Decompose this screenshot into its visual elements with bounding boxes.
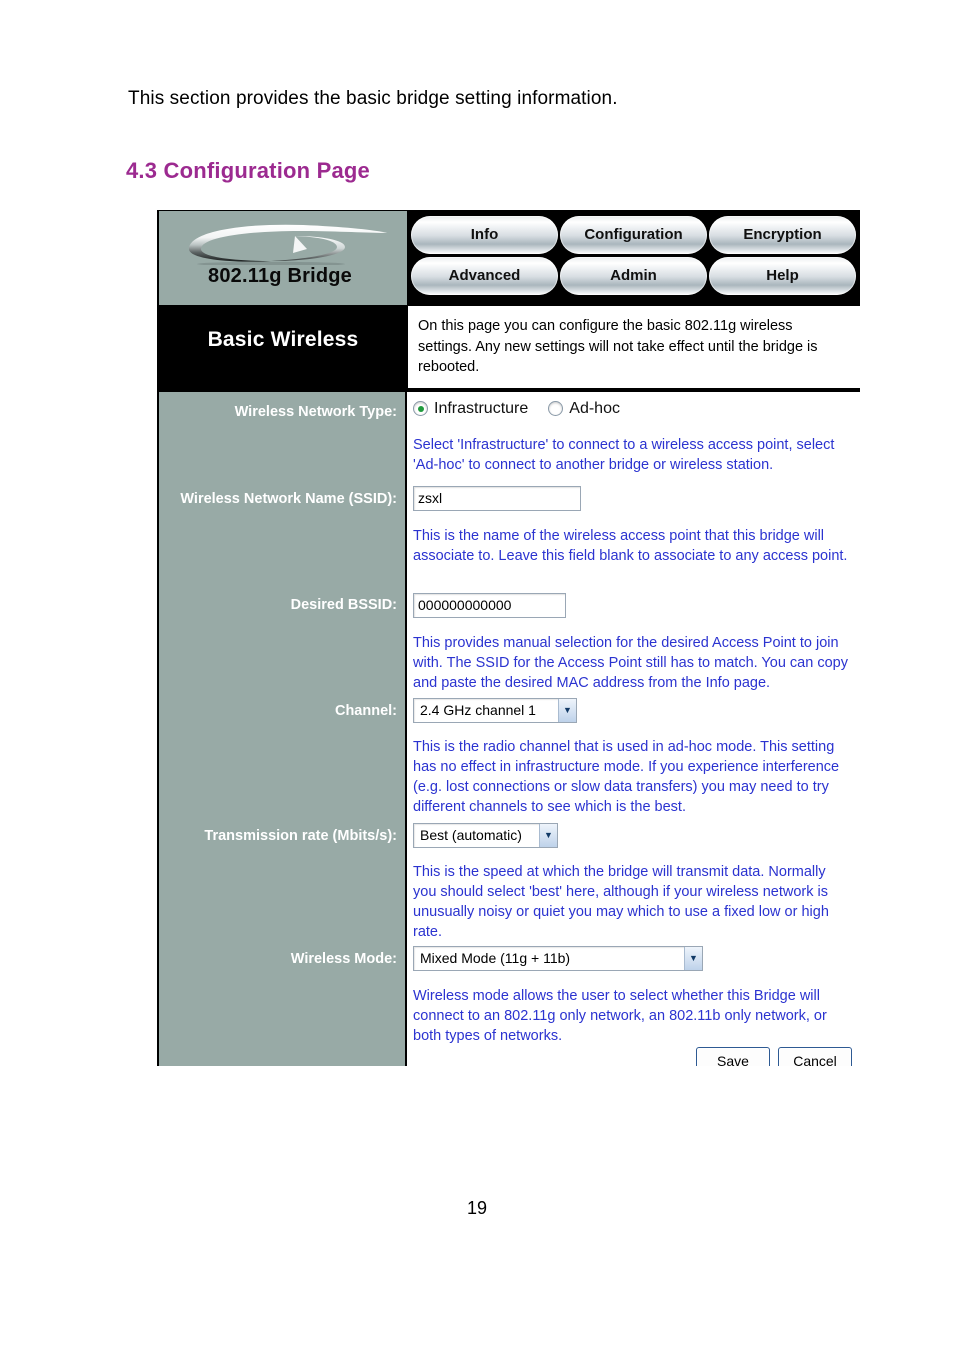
brand-area: 802.11g Bridge [159,211,407,305]
wireless-mode-select[interactable]: Mixed Mode (11g + 11b) ▼ [413,945,703,971]
radio-adhoc-icon[interactable] [548,401,564,417]
chevron-down-icon[interactable]: ▼ [684,946,702,970]
label-channel: Channel: [334,702,397,719]
radio-adhoc-label: Ad-hoc [569,399,620,417]
label-ssid: Wireless Network Name (SSID): [180,490,397,507]
field-bssid: This provides manual selection for the d… [413,592,852,693]
help-bssid: This provides manual selection for the d… [413,634,848,691]
help-network-type: Select 'Infrastructure' to connect to a … [413,436,835,473]
nav-tab-help[interactable]: Help [709,257,856,295]
radio-infrastructure-icon[interactable] [413,401,428,417]
oval-swoosh-logo-icon [189,224,387,265]
help-wireless-mode: Wireless mode allows the user to select … [413,987,827,1044]
field-tx-rate: Best (automatic) ▼ This is the speed at … [413,822,852,942]
nav-row-secondary: Advanced Admin Help [411,257,856,295]
nav-row-primary: Info Configuration Encryption [411,216,856,254]
label-tx-rate: Transmission rate (Mbits/s): [204,827,397,844]
network-type-radio-group: Infrastructure Ad-hoc [413,400,852,418]
bssid-input[interactable] [413,592,566,618]
field-column: Infrastructure Ad-hoc Select 'Infrastruc… [407,391,860,1066]
nav-block: Info Configuration Encryption Advanced A… [407,211,860,305]
field-network-type: Infrastructure Ad-hoc Select 'Infrastruc… [413,400,852,475]
masthead: 802.11g Bridge Info Configuration Encryp… [159,211,860,305]
intro-paragraph: This section provides the basic bridge s… [128,88,618,109]
page-title: 4.3 Configuration Page [126,158,370,183]
section-description: On this page you can configure the basic… [407,306,860,390]
radio-infrastructure-label: Infrastructure [434,399,529,417]
nav-tab-advanced[interactable]: Advanced [411,257,558,295]
tx-rate-select[interactable]: Best (automatic) ▼ [413,822,558,848]
label-wireless-mode: Wireless Mode: [290,950,397,967]
help-channel: This is the radio channel that is used i… [413,738,840,815]
form-body: Wireless Network Type: Wireless Network … [159,389,860,1066]
section-title-strip: Basic Wireless On this page you can conf… [159,305,860,390]
chevron-down-icon[interactable]: ▼ [558,698,576,722]
nav-tab-configuration[interactable]: Configuration [560,216,707,254]
help-tx-rate: This is the speed at which the bridge wi… [413,863,829,940]
page-number: 19 [466,1198,488,1218]
nav-tab-encryption[interactable]: Encryption [709,216,856,254]
channel-select-value: 2.4 GHz channel 1 [420,702,536,719]
label-column: Wireless Network Type: Wireless Network … [159,391,407,1066]
channel-select[interactable]: 2.4 GHz channel 1 ▼ [413,697,577,723]
tx-rate-select-value: Best (automatic) [420,827,522,844]
form-actions: Save Cancel [696,1046,852,1066]
wireless-mode-select-value: Mixed Mode (11g + 11b) [420,950,571,967]
ssid-input[interactable] [413,485,581,511]
radio-option-infrastructure[interactable]: Infrastructure [413,400,528,418]
cancel-button[interactable]: Cancel [778,1046,852,1066]
field-channel: 2.4 GHz channel 1 ▼ This is the radio ch… [413,697,852,817]
section-title: Basic Wireless [159,306,407,390]
label-network-type: Wireless Network Type: [234,403,397,420]
help-ssid: This is the name of the wireless access … [413,527,848,564]
embedded-screenshot: 802.11g Bridge Info Configuration Encryp… [157,210,860,1066]
field-ssid: This is the name of the wireless access … [413,485,852,566]
save-button[interactable]: Save [696,1046,770,1066]
field-wireless-mode: Mixed Mode (11g + 11b) ▼ Wireless mode a… [413,945,852,1046]
nav-tab-admin[interactable]: Admin [560,257,707,295]
radio-option-adhoc[interactable]: Ad-hoc [548,400,620,418]
label-bssid: Desired BSSID: [290,596,397,613]
chevron-down-icon[interactable]: ▼ [539,823,557,847]
brand-name: 802.11g Bridge [208,265,352,287]
nav-tab-info[interactable]: Info [411,216,558,254]
